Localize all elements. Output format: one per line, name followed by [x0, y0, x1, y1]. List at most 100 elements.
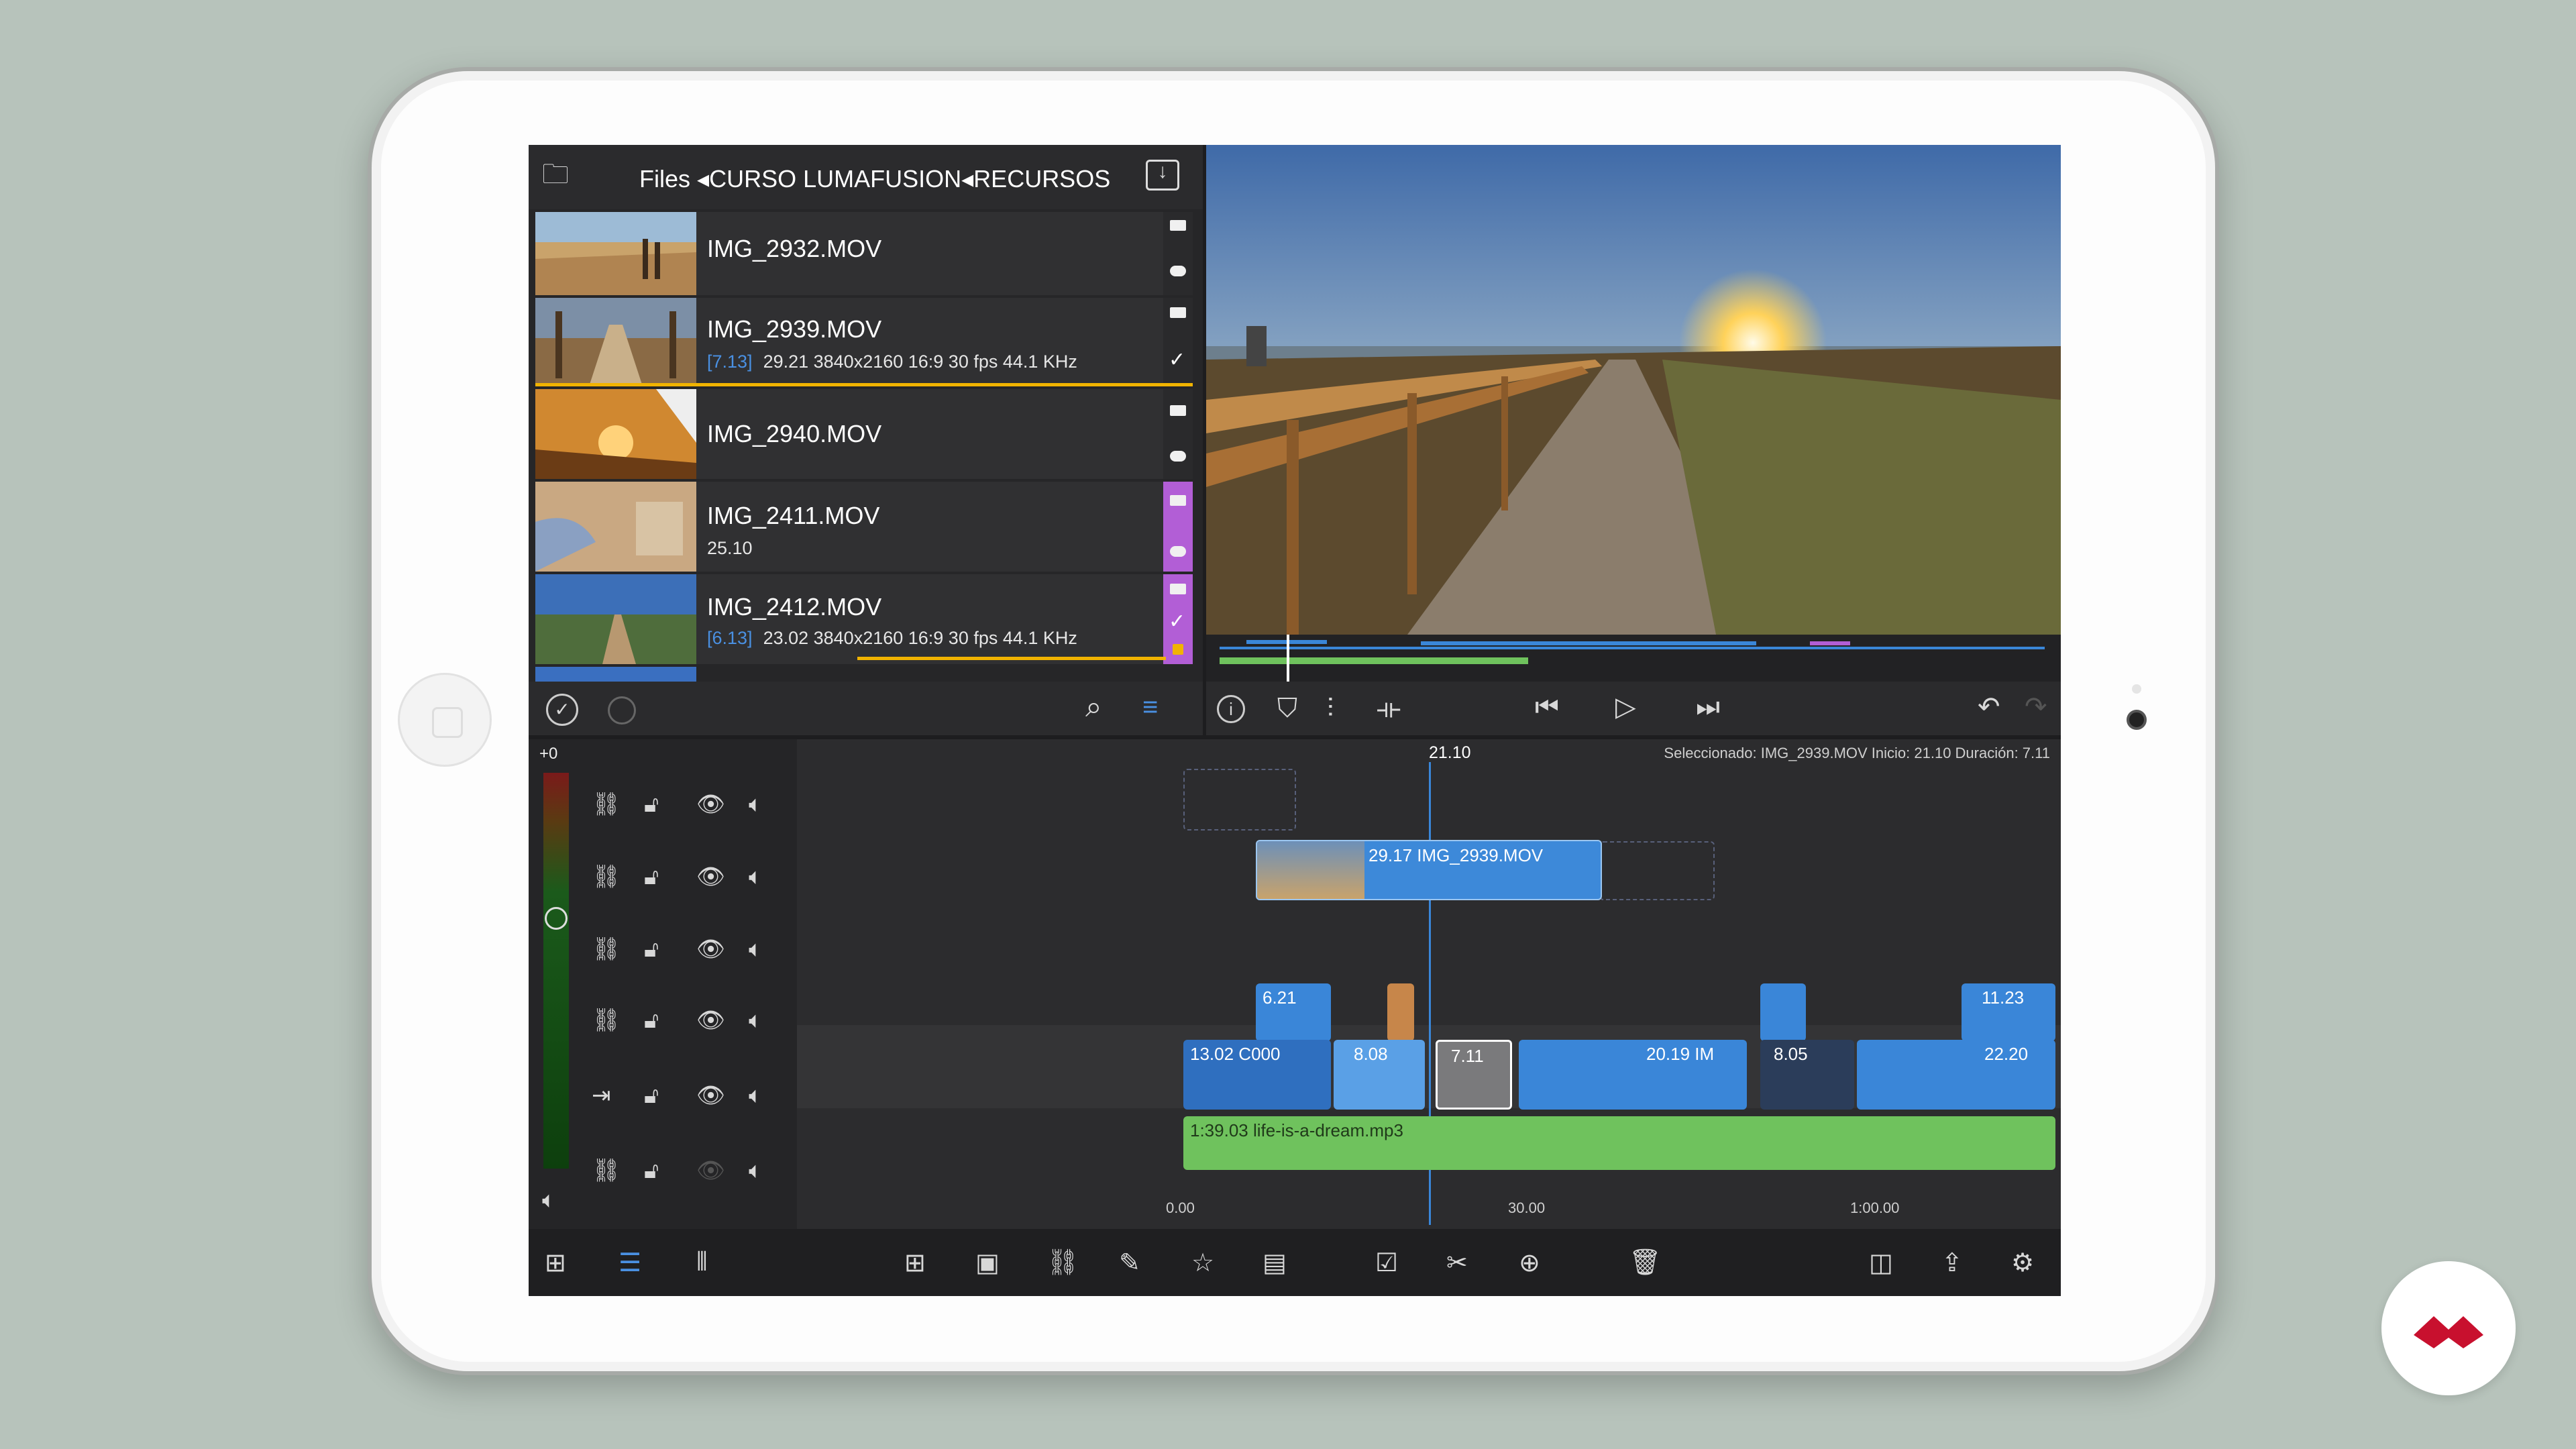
clip-thumbnail — [535, 389, 696, 479]
library-item[interactable]: IMG_2932.MOV — [535, 212, 1193, 295]
clip-thumbnail — [1257, 841, 1364, 899]
mini-timeline-overview[interactable] — [1206, 635, 2061, 688]
row-status-icons — [1163, 389, 1193, 479]
select-check-icon[interactable]: ✓ — [546, 694, 578, 726]
lock-icon[interactable]: 🔓︎ — [644, 1159, 659, 1182]
link-icon[interactable]: ⛓ — [592, 865, 621, 888]
ruler-tick-label: 0.00 — [1166, 1199, 1195, 1216]
sort-filter-icon[interactable]: ≡ — [1142, 694, 1158, 720]
library-toolbar: ✓ ⌕ ≡ — [529, 682, 1203, 735]
eye-icon[interactable]: 👁︎ — [696, 793, 725, 816]
add-audio-marker-icon[interactable]: ⫶ — [1327, 695, 1334, 722]
skip-forward-icon[interactable]: ⏭ — [1696, 694, 1720, 720]
add-track-icon[interactable]: ⊞ — [545, 1248, 566, 1278]
empty-clip-slot[interactable] — [1599, 841, 1715, 900]
speaker-icon[interactable]: 🔈︎ — [749, 865, 762, 888]
audio-level-label: +0 — [539, 745, 558, 763]
clip-filename: IMG_2940.MOV — [707, 420, 882, 447]
main-clip[interactable]: 20.19 IM — [1519, 1040, 1747, 1110]
overlay-clip[interactable]: 6.21 — [1256, 983, 1331, 1041]
speaker-icon[interactable]: 🔈︎ — [749, 1084, 762, 1107]
eye-icon[interactable]: 👁︎ — [696, 938, 725, 961]
append-icon[interactable]: ⇥ — [592, 1084, 611, 1107]
eye-icon[interactable]: 👁︎ — [696, 1084, 725, 1107]
undo-icon[interactable]: ↶ — [1978, 694, 2000, 720]
lock-icon[interactable]: 🔓︎ — [644, 793, 659, 816]
layout-icon[interactable]: ◫ — [1869, 1248, 1893, 1278]
main-clip[interactable]: 22.20 — [1857, 1040, 2055, 1110]
overlay-clip[interactable] — [1760, 983, 1806, 1041]
speaker-icon[interactable]: 🔈︎ — [749, 1009, 762, 1032]
clip-label: 8.05 — [1774, 1044, 1808, 1064]
preview-viewer[interactable] — [1206, 145, 2061, 635]
add-marker-icon[interactable]: ⛉ — [1277, 695, 1297, 722]
speaker-icon[interactable]: 🔈︎ — [749, 793, 762, 816]
clip-label: 6.21 — [1263, 987, 1297, 1008]
selected-video-clip[interactable]: 29.17 IMG_2939.MOV — [1256, 840, 1602, 900]
library-item[interactable]: IMG_2411.MOV 25.10 — [535, 482, 1193, 572]
eye-icon[interactable]: 👁︎ — [696, 1009, 725, 1032]
settings-gear-icon[interactable]: ⚙ — [2011, 1248, 2034, 1278]
insert-overwrite-icon[interactable]: ▣ — [975, 1248, 1000, 1278]
play-icon[interactable]: ▷ — [1615, 694, 1636, 720]
used-in-timeline-bar — [535, 383, 1193, 386]
import-icon[interactable]: ↓ — [1146, 160, 1179, 191]
lock-icon[interactable]: 🔓︎ — [644, 865, 659, 888]
link-icon[interactable]: ⛓ — [592, 1009, 621, 1032]
eye-icon[interactable]: 👁︎ — [696, 1159, 725, 1182]
folder-icon[interactable]: 🗀 — [542, 161, 569, 188]
speaker-icon[interactable]: 🔈︎ — [749, 938, 762, 961]
clip-label: 7.11 — [1451, 1046, 1484, 1066]
cloud-icon — [1170, 451, 1186, 462]
overlay-clip[interactable] — [1387, 983, 1414, 1041]
link-icon[interactable]: ⛓ — [1046, 1248, 1079, 1277]
library-breadcrumb[interactable]: Files ◂CURSO LUMAFUSION◂RECURSOS — [639, 165, 1110, 193]
library-item-partial[interactable] — [535, 667, 696, 682]
track-headers-toggle-icon[interactable]: ☰ — [619, 1248, 641, 1278]
library-item-selected[interactable]: IMG_2939.MOV [7.13] 29.21 3840x2160 16:9 … — [535, 298, 1193, 386]
ruler-tick-label: 1:00.00 — [1850, 1199, 1900, 1216]
scissors-icon[interactable]: ✂ — [1446, 1248, 1468, 1278]
skip-back-icon[interactable]: ⏮ — [1535, 694, 1559, 720]
record-icon[interactable] — [608, 696, 636, 724]
speaker-icon[interactable]: 🔈︎ — [749, 1159, 762, 1182]
master-volume-icon[interactable]: 🔈︎ — [542, 1189, 555, 1212]
add-title-icon[interactable]: ⊞ — [904, 1248, 926, 1278]
link-icon[interactable]: ⛓ — [592, 1159, 621, 1182]
redo-icon[interactable]: ↷ — [2025, 694, 2047, 720]
link-icon[interactable]: ⛓ — [592, 793, 621, 816]
clip-info-icon[interactable]: ▤ — [1263, 1248, 1287, 1278]
add-icon[interactable]: ⊕ — [1519, 1248, 1540, 1278]
main-clip-transition[interactable]: 7.11 — [1436, 1040, 1512, 1110]
meter-knob[interactable] — [545, 907, 568, 930]
clip-label: 20.19 IM — [1646, 1044, 1715, 1064]
split-icon[interactable]: ⟛ — [1377, 695, 1401, 722]
info-icon[interactable]: i — [1217, 695, 1245, 723]
edit-pencil-icon[interactable]: ✎ — [1119, 1248, 1140, 1278]
library-item[interactable]: IMG_2412.MOV [6.13] 23.02 3840x2160 16:9 … — [535, 574, 1193, 664]
select-mode-icon[interactable]: ☑ — [1375, 1248, 1398, 1278]
library-item[interactable]: IMG_2940.MOV — [535, 389, 1193, 479]
flag-icon — [1173, 644, 1183, 655]
main-clip[interactable]: 8.08 — [1334, 1040, 1425, 1110]
overlay-clip[interactable]: 11.23 — [1962, 983, 2055, 1041]
audio-clip[interactable]: 1:39.03 life-is-a-dream.mp3 — [1183, 1116, 2055, 1170]
favorites-icon[interactable]: ☆ — [1191, 1248, 1214, 1278]
lock-icon[interactable]: 🔓︎ — [644, 1009, 659, 1032]
trash-icon[interactable]: 🗑︎ — [1629, 1248, 1661, 1277]
timeline-zoom-icon[interactable]: ⦀ — [696, 1248, 708, 1277]
brand-logo-badge — [2381, 1261, 2516, 1395]
clip-thumbnail — [535, 574, 696, 664]
link-icon[interactable]: ⛓ — [592, 938, 621, 961]
share-export-icon[interactable]: ⇪ — [1941, 1248, 1963, 1278]
search-icon[interactable]: ⌕ — [1085, 692, 1102, 722]
clip-info: 25.10 — [707, 538, 753, 558]
checkmark-icon: ✓ — [1169, 610, 1186, 633]
eye-icon[interactable]: 👁︎ — [696, 865, 725, 888]
lock-icon[interactable]: 🔓︎ — [644, 1084, 659, 1107]
lock-icon[interactable]: 🔓︎ — [644, 938, 659, 961]
home-button[interactable] — [398, 673, 492, 767]
main-clip[interactable]: 13.02 C000 — [1183, 1040, 1331, 1110]
main-clip[interactable]: 8.05 — [1760, 1040, 1854, 1110]
empty-clip-slot[interactable] — [1183, 769, 1296, 830]
